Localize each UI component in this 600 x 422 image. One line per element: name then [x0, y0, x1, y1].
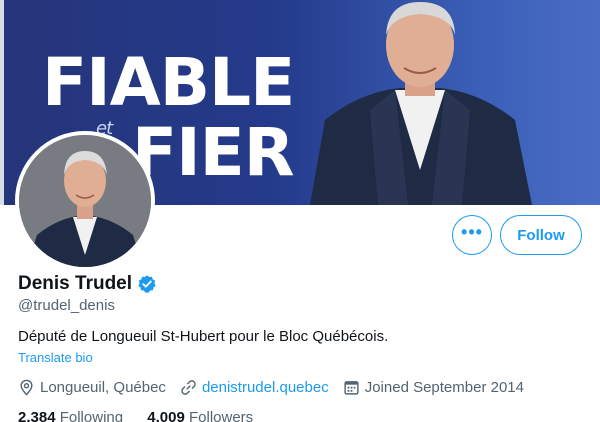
following-label: Following — [59, 409, 124, 422]
followers-count: 4,009 — [147, 409, 185, 422]
website-item: denistrudel.quebec — [180, 379, 329, 396]
location-item: Longueuil, Québec — [18, 379, 166, 396]
location-pin-icon — [20, 379, 33, 396]
profile-meta: Longueuil, Québec denistrudel.quebec Joi… — [18, 379, 538, 396]
website-link[interactable]: denistrudel.quebec — [202, 379, 329, 396]
banner-edge — [0, 0, 4, 205]
more-dots-icon: ••• — [461, 222, 483, 242]
banner-headline-line1: FIABLE — [42, 44, 295, 121]
joined-text: Joined September 2014 — [364, 379, 524, 396]
banner-headline-line2: FIER — [132, 114, 295, 191]
followers-label: Followers — [188, 409, 254, 422]
verified-badge-icon — [138, 275, 156, 293]
more-options-button[interactable]: ••• — [452, 215, 492, 255]
link-icon — [181, 380, 196, 395]
follow-stats: 2,384 Following 4,009 Followers — [18, 409, 273, 422]
joined-item: Joined September 2014 — [343, 379, 524, 396]
following-count: 2,384 — [18, 409, 56, 422]
follow-button[interactable]: Follow — [500, 215, 582, 255]
followers-stat[interactable]: 4,009 Followers — [147, 409, 273, 422]
display-name: Denis Trudel — [18, 273, 133, 294]
calendar-icon — [344, 381, 359, 395]
profile-avatar[interactable] — [15, 131, 155, 271]
following-stat[interactable]: 2,384 Following — [18, 409, 147, 422]
location-text: Longueuil, Québec — [40, 379, 166, 396]
banner-portrait — [310, 2, 532, 205]
avatar-portrait — [19, 135, 151, 267]
translate-bio-link[interactable]: Translate bio — [18, 350, 93, 365]
profile-bio: Député de Longueuil St-Hubert pour le Bl… — [18, 328, 389, 345]
user-handle: @trudel_denis — [18, 297, 115, 314]
name-row: Denis Trudel — [18, 273, 157, 295]
